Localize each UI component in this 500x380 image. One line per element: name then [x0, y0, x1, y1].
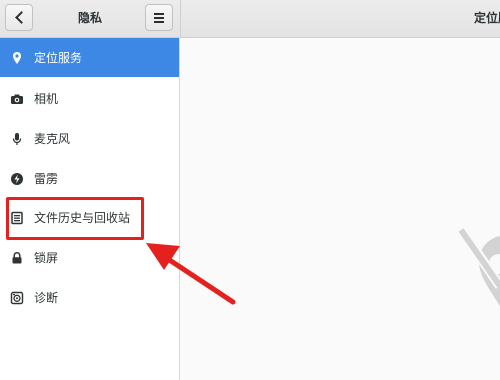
chevron-left-icon — [14, 11, 28, 24]
hamburger-menu-icon — [154, 12, 164, 23]
sidebar-item-label: 相机 — [34, 92, 59, 106]
sidebar-item-camera[interactable]: 相机 — [0, 79, 179, 118]
sidebar-header: 隐私 — [0, 0, 181, 37]
sidebar-item-label: 麦克风 — [34, 132, 71, 146]
sidebar-item-microphone[interactable]: 麦克风 — [0, 119, 179, 158]
lock-icon — [10, 251, 24, 265]
sidebar-item-diagnostics[interactable]: 诊断 — [0, 278, 179, 317]
sidebar-item-label: 雷雳 — [34, 172, 59, 186]
sidebar-item-lock-screen[interactable]: 锁屏 — [0, 238, 179, 277]
sidebar-item-label: 诊断 — [34, 291, 59, 305]
location-pin-icon — [10, 51, 24, 65]
location-disabled-icon — [454, 223, 500, 320]
menu-button[interactable] — [145, 4, 173, 31]
annotation-highlight-box — [6, 197, 144, 240]
panel-title: 定位服 — [474, 11, 500, 25]
sidebar-item-label: 定位服务 — [34, 51, 83, 65]
sidebar-item-location-services[interactable]: 定位服务 — [0, 38, 179, 77]
page-title: 隐私 — [77, 11, 102, 25]
sidebar-item-thunderbolt[interactable]: 雷雳 — [0, 159, 179, 198]
back-button[interactable] — [5, 4, 33, 31]
header-bar: 隐私 定位服 — [0, 0, 500, 38]
diagnostics-icon — [10, 291, 24, 305]
sidebar-item-label: 锁屏 — [34, 251, 59, 265]
camera-icon — [10, 92, 24, 106]
microphone-icon — [10, 132, 24, 146]
location-services-panel — [181, 38, 500, 380]
thunderbolt-icon — [10, 172, 24, 186]
settings-window: 隐私 定位服 定位服务 — [0, 0, 500, 380]
